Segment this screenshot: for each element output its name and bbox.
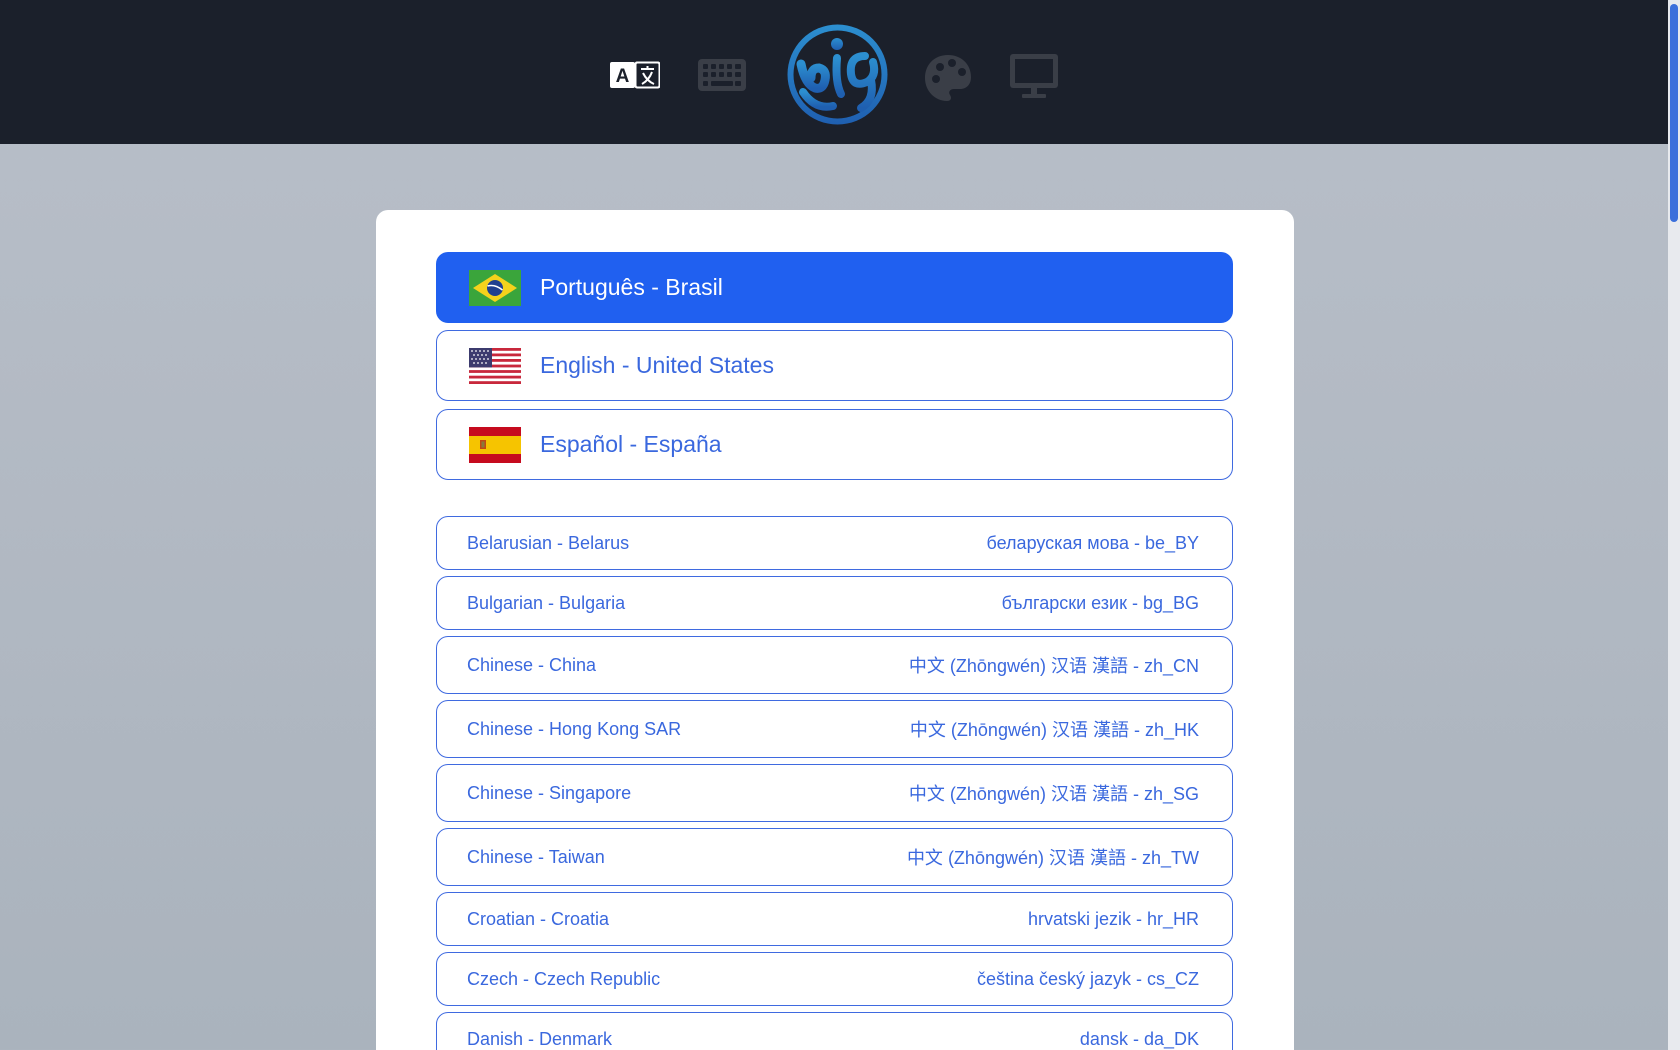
language-item-zh-sg[interactable]: Chinese - Singapore 中文 (Zhōngwén) 汉语 漢語 …	[436, 764, 1233, 822]
language-item-zh-hk[interactable]: Chinese - Hong Kong SAR 中文 (Zhōngwén) 汉语…	[436, 700, 1233, 758]
language-item-cs-cz[interactable]: Czech - Czech Republic čeština český jaz…	[436, 952, 1233, 1006]
featured-language-english-us[interactable]: English - United States	[436, 330, 1233, 401]
language-name: Danish - Denmark	[467, 1028, 613, 1049]
language-native-name: 中文 (Zhōngwén) 汉语 漢語 - zh_TW	[906, 848, 1199, 868]
spain-flag-icon	[469, 426, 521, 463]
keyboard-icon[interactable]	[697, 56, 747, 94]
language-name: Chinese - Hong Kong SAR	[467, 718, 682, 739]
language-item-zh-tw[interactable]: Chinese - Taiwan 中文 (Zhōngwén) 汉语 漢語 - z…	[436, 828, 1233, 886]
language-item-bg-bg[interactable]: Bulgarian - Bulgaria български език - bg…	[436, 576, 1233, 630]
language-native-name: 中文 (Zhōngwén) 汉语 漢語 - zh_CN	[908, 656, 1199, 676]
palette-icon[interactable]	[922, 52, 974, 104]
language-item-da-dk[interactable]: Danish - Denmark dansk - da_DK	[436, 1012, 1233, 1050]
featured-language-espanol-espana[interactable]: Español - España	[436, 409, 1233, 480]
language-name: Croatian - Croatia	[467, 908, 610, 929]
svg-text:A: A	[616, 66, 630, 87]
language-native-name: dansk - da_DK	[1079, 1028, 1199, 1049]
language-native-name: čeština český jazyk - cs_CZ	[976, 968, 1199, 989]
language-item-zh-cn[interactable]: Chinese - China 中文 (Zhōngwén) 汉语 漢語 - zh…	[436, 636, 1233, 694]
vertical-scrollbar[interactable]	[1668, 0, 1680, 1050]
featured-language-label: Português - Brasil	[540, 274, 723, 300]
language-item-hr-hr[interactable]: Croatian - Croatia hrvatski jezik - hr_H…	[436, 892, 1233, 946]
brazil-flag-icon	[469, 269, 521, 306]
language-name: Belarusian - Belarus	[467, 532, 630, 553]
language-name: Chinese - Singapore	[467, 782, 632, 803]
language-native-name: hrvatski jezik - hr_HR	[1027, 908, 1199, 929]
language-name: Czech - Czech Republic	[467, 968, 661, 989]
top-navigation-bar: A	[0, 0, 1680, 144]
translate-icon[interactable]: A	[610, 60, 660, 90]
united-states-flag-icon	[469, 347, 521, 384]
scrollbar-thumb[interactable]	[1670, 4, 1678, 222]
featured-language-label: Español - España	[540, 431, 722, 457]
featured-language-portuguese-brasil[interactable]: Português - Brasil	[436, 252, 1233, 323]
language-name: Bulgarian - Bulgaria	[467, 592, 626, 613]
language-native-name: беларуская мова - be_BY	[986, 532, 1199, 553]
monitor-icon[interactable]	[1008, 52, 1060, 100]
featured-language-label: English - United States	[540, 352, 774, 378]
language-item-be-by[interactable]: Belarusian - Belarus беларуская мова - b…	[436, 516, 1233, 570]
language-native-name: български език - bg_BG	[1001, 592, 1199, 613]
language-list: Belarusian - Belarus беларуская мова - b…	[436, 516, 1233, 1050]
app-logo[interactable]	[785, 22, 890, 127]
language-name: Chinese - Taiwan	[467, 846, 605, 867]
language-native-name: 中文 (Zhōngwén) 汉语 漢語 - zh_SG	[908, 784, 1199, 804]
language-selection-card: Português - Brasil English - United Stat…	[376, 210, 1294, 1050]
language-name: Chinese - China	[467, 654, 597, 675]
language-native-name: 中文 (Zhōngwén) 汉语 漢語 - zh_HK	[909, 720, 1199, 740]
